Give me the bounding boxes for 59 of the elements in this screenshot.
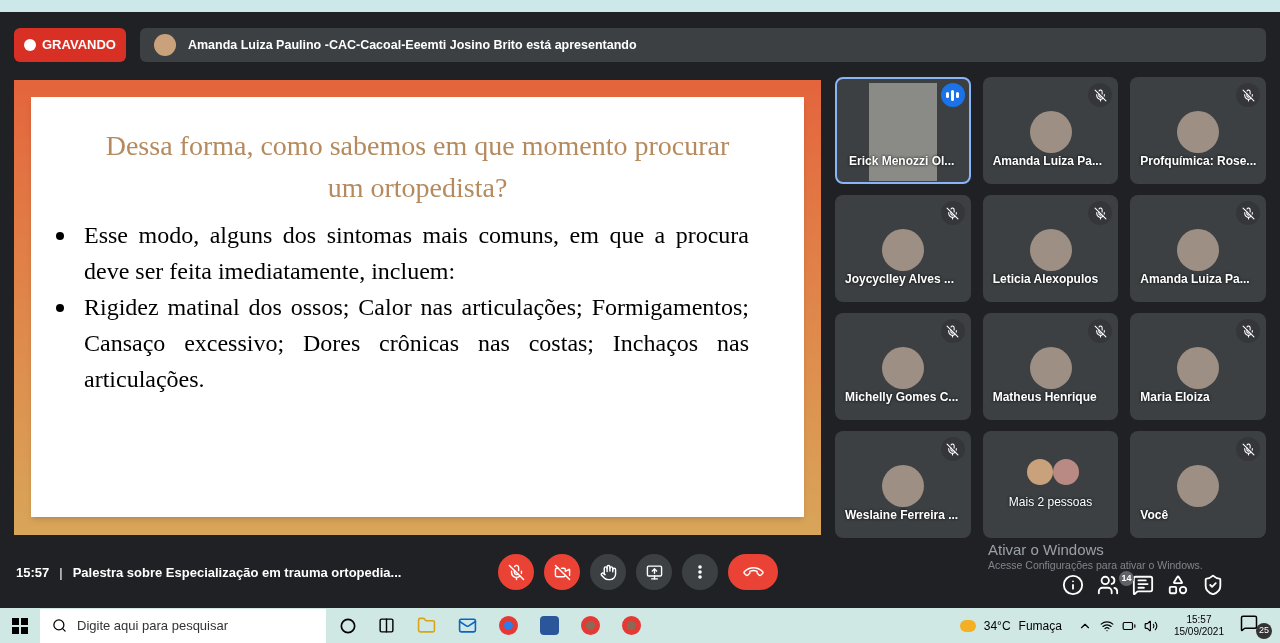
presenter-text: Amanda Luiza Paulino -CAC-Cacoal-Eeemti Josino Brito está apresentando <box>187 36 637 54</box>
clock-date: 15/09/2021 <box>1173 625 1224 638</box>
notifications-icon[interactable] <box>1240 613 1258 632</box>
bullet-text: Esse modo, alguns dos sintomas mais comuns, em que a procura deve ser feita imediatamente, incluem: <box>84 221 749 286</box>
hand-icon <box>599 563 617 581</box>
participant-name: Joycyclley Alves ... <box>845 271 954 288</box>
taskbar-search-field[interactable]: Digite aqui para pesquisar <box>40 608 326 643</box>
bullet-icon <box>56 232 64 240</box>
people-icon[interactable] <box>1097 574 1119 596</box>
slide-title: Dessa forma, como sabemos em que momento procurar um ortopedista? <box>104 129 731 205</box>
speaker-icon[interactable] <box>1143 618 1158 633</box>
microphone-button[interactable] <box>498 554 534 590</box>
info-icon[interactable] <box>1062 574 1084 596</box>
raise-hand-button[interactable] <box>590 554 626 590</box>
host-controls-icon[interactable] <box>1202 574 1224 596</box>
participant-name: Leticia Alexopulos <box>992 271 1099 288</box>
browser-icon[interactable] <box>499 616 518 635</box>
participant-name: Amanda Luiza Pa... <box>992 153 1102 170</box>
cortana-icon[interactable] <box>340 617 356 634</box>
weather-icon <box>959 619 976 632</box>
camera-button[interactable] <box>544 554 580 590</box>
participant-name: Você <box>1140 507 1169 524</box>
search-icon <box>52 618 67 633</box>
activation-title: Ativar o Windows <box>988 540 1104 560</box>
participant-name: Matheus Henrique <box>992 389 1097 406</box>
clock-time: 15:57 <box>1186 613 1212 626</box>
end-call-button[interactable] <box>728 554 778 590</box>
meeting-title: Palestra sobre Especialização em trauma ortopedia... <box>72 564 402 583</box>
participant-name: Amanda Luiza Pa... <box>1140 271 1250 288</box>
participant-name: Erick Menozzi Ol... <box>849 153 955 170</box>
more-icon <box>698 565 702 579</box>
activation-subtitle: Acesse Configurações para ativar o Windows. <box>988 558 1203 573</box>
task-view-icon[interactable] <box>378 617 395 634</box>
browser-icon[interactable] <box>622 616 641 635</box>
activities-icon[interactable] <box>1167 574 1189 596</box>
notifications-badge: 25 <box>1256 622 1272 639</box>
participant-name: Weslaine Ferreira ... <box>845 507 959 524</box>
participant-name: Michelly Gomes C... <box>845 389 959 406</box>
chat-icon[interactable] <box>1132 574 1154 596</box>
present-screen-button[interactable] <box>636 554 672 590</box>
present-screen-icon <box>645 563 663 581</box>
meeting-time: 15:57 <box>16 564 50 583</box>
participant-name: Mais 2 pessoas <box>1007 494 1094 511</box>
more-options-button[interactable] <box>682 554 718 590</box>
participant-name: Profquímica: Rose... <box>1140 153 1257 170</box>
weather-condition: Fumaça <box>1018 617 1062 635</box>
weather-temperature: 34°C <box>983 617 1011 635</box>
windows-start-icon[interactable] <box>12 617 28 634</box>
microphone-off-icon <box>507 563 525 581</box>
bullet-text: Rigidez matinal dos ossos; Calor nas articulações; Formigamentos; Cansaço excessivo; Dores crônicas nas costas; Inchaços nas articulações. <box>84 293 749 394</box>
mail-icon[interactable] <box>458 616 477 635</box>
network-icon[interactable] <box>1099 618 1114 633</box>
participant-name: Maria Eloiza <box>1140 389 1210 406</box>
recording-indicator[interactable]: GRAVANDO <box>14 28 126 62</box>
browser-icon[interactable] <box>581 616 600 635</box>
camera-off-icon <box>553 563 571 581</box>
bullet-icon <box>56 304 64 312</box>
separator: | <box>59 564 63 583</box>
people-count-badge: 14 <box>1119 571 1134 586</box>
